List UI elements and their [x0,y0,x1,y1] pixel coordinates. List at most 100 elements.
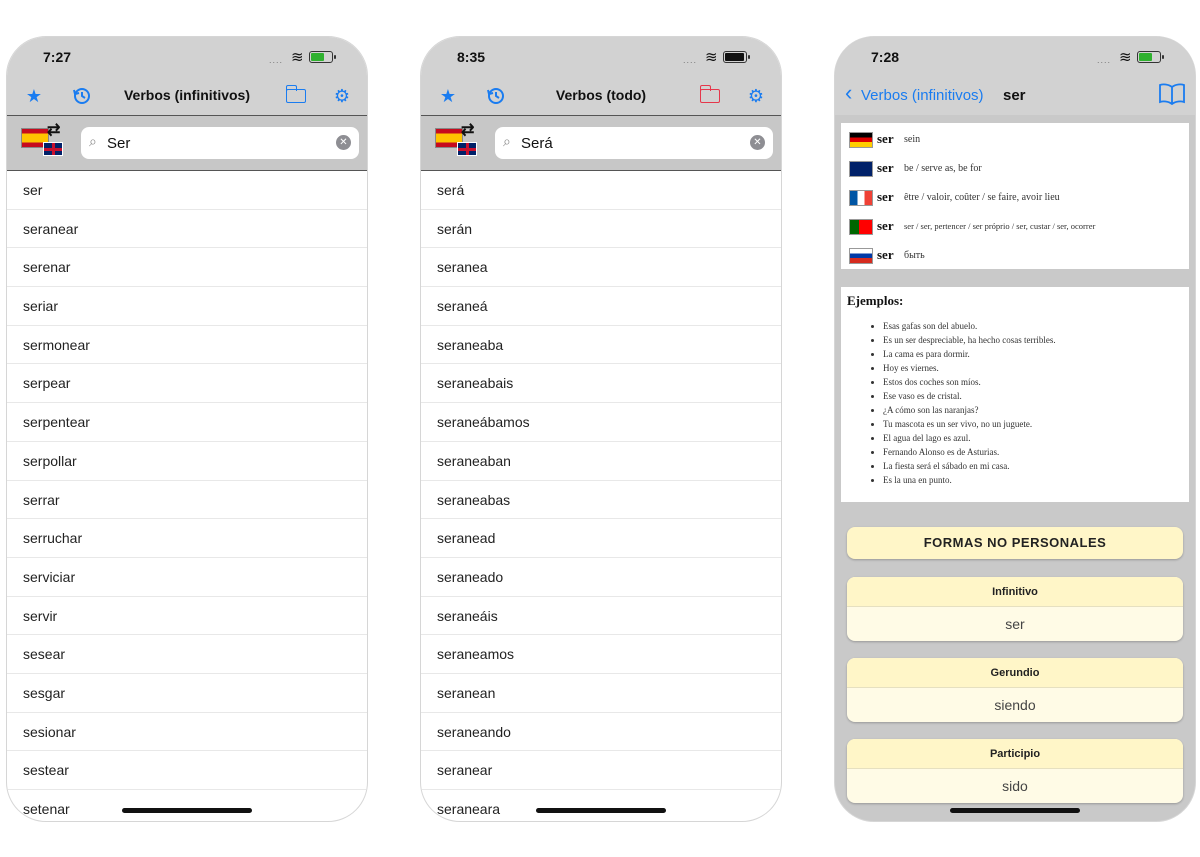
list-item[interactable]: seranear [421,751,781,790]
list-item[interactable]: seraneábamos [421,403,781,442]
list-item[interactable]: serpollar [7,442,367,481]
portuguese-flag-icon [849,219,873,235]
home-indicator[interactable] [122,808,252,813]
search-field[interactable]: ⌕ ✕ [81,127,359,159]
list-item[interactable]: serviciar [7,558,367,597]
uk-flag-icon [849,161,873,177]
infinitivo-card: Infinitivo ser [847,577,1183,641]
star-icon[interactable]: ★ [435,83,461,109]
swap-language-icon[interactable]: ⇄ [47,120,60,140]
clear-icon[interactable]: ✕ [336,135,351,150]
search-icon: ⌕ [89,133,97,149]
gear-icon[interactable]: ⚙ [329,83,355,109]
list-item[interactable]: serenar [7,248,367,288]
home-indicator[interactable] [950,808,1080,813]
infinitivo-label: Infinitivo [847,577,1183,607]
gear-icon[interactable]: ⚙ [743,83,769,109]
list-item[interactable]: seraneáis [421,597,781,636]
list-item[interactable]: serrar [7,481,367,520]
nav-title: Verbos (todo) [555,87,647,103]
battery-icon [309,51,336,63]
star-icon[interactable]: ★ [21,83,47,109]
folder-icon[interactable] [283,83,309,109]
example-item: Estos dos coches son míos. [883,375,1183,389]
examples-panel: Ejemplos: Esas gafas son del abuelo. Es … [841,287,1189,502]
list-item[interactable]: sestear [7,751,367,790]
french-flag-icon [849,190,873,206]
list-item[interactable]: serruchar [7,519,367,558]
list-item[interactable]: seranear [7,210,367,249]
example-item: Hoy es viernes. [883,361,1183,375]
search-input[interactable] [107,132,327,154]
participio-label: Participio [847,739,1183,769]
infinitivo-value: ser [1005,616,1025,632]
german-flag-icon [849,132,873,148]
list-item[interactable]: seraneabas [421,481,781,520]
list-item[interactable]: seraneaban [421,442,781,481]
examples-list: Esas gafas son del abuelo. Es un ser des… [883,319,1183,487]
list-item[interactable]: seraneara [421,790,781,821]
back-chevron-icon: ‹ [845,80,853,105]
list-item[interactable]: serpentear [7,403,367,442]
search-input[interactable] [521,132,741,154]
status-time: 7:28 [871,49,900,65]
examples-title: Ejemplos: [847,293,904,308]
history-icon[interactable] [483,83,509,109]
search-field[interactable]: ⌕ ✕ [495,127,773,159]
gerundio-value: siendo [994,697,1036,713]
list-item[interactable]: seraneado [421,558,781,597]
nav-title: Verbos (infinitivos) [123,87,250,103]
list-item[interactable]: será [421,171,781,210]
example-item: La cama es para dormir. [883,347,1183,361]
list-item[interactable]: seraneando [421,713,781,752]
list-item[interactable]: sesgar [7,674,367,713]
signal-icon: .... [683,55,698,65]
book-icon[interactable] [1159,83,1185,106]
list-item[interactable]: seranean [421,674,781,713]
list-item[interactable]: sermonear [7,326,367,365]
list-item[interactable]: seranea [421,248,781,288]
verb-list: ser seranear serenar seriar sermonear se… [7,171,367,821]
back-label: Verbos (infinitivos) [861,87,984,104]
wifi-icon: ≋ [1119,49,1132,66]
list-item[interactable]: serpear [7,364,367,404]
participio-value: sido [1002,778,1028,794]
nav-title: ser [1003,87,1026,104]
folder-icon[interactable] [697,83,723,109]
clear-icon[interactable]: ✕ [750,135,765,150]
history-icon[interactable] [69,83,95,109]
list-item[interactable]: setenar [7,790,367,821]
list-item[interactable]: seriar [7,287,367,326]
verb-list: será serán seranea seraneá seraneaba ser… [421,171,781,821]
signal-icon: .... [1097,55,1112,65]
list-item[interactable]: seranead [421,519,781,558]
home-indicator[interactable] [536,808,666,813]
list-item[interactable]: servir [7,597,367,636]
list-item[interactable]: sesionar [7,713,367,752]
wifi-icon: ≋ [291,49,304,66]
list-item[interactable]: ser [7,171,367,210]
search-row: ⇄ ⌕ ✕ [421,115,781,171]
list-item[interactable]: serán [421,210,781,249]
search-row: ⇄ ⌕ ✕ [7,115,367,171]
status-bar: 7:28 .... ≋ [835,37,1195,77]
gerundio-label: Gerundio [847,658,1183,688]
list-item[interactable]: seraneabais [421,364,781,404]
status-time: 8:35 [457,49,486,65]
list-item[interactable]: sesear [7,635,367,674]
list-item[interactable]: seraneá [421,287,781,326]
example-item: El agua del lago es azul. [883,431,1183,445]
phone-screen-verb-detail: 7:28 .... ≋ ‹ Verbos (infinitivos) ser s… [834,36,1196,822]
status-bar: 8:35 .... ≋ [421,37,781,77]
list-item[interactable]: seraneaba [421,326,781,365]
wifi-icon: ≋ [705,49,718,66]
swap-language-icon[interactable]: ⇄ [461,120,474,140]
example-item: ¿A cómo son las naranjas? [883,403,1183,417]
example-item: Fernando Alonso es de Asturias. [883,445,1183,459]
list-item[interactable]: seraneamos [421,635,781,674]
participio-card: Participio sido [847,739,1183,803]
gerundio-card: Gerundio siendo [847,658,1183,722]
phone-screen-all-verbs: 8:35 .... ≋ ★ Verbos (todo) ⚙ ⇄ ⌕ ✕ será… [420,36,782,822]
forms-header: FORMAS NO PERSONALES [847,527,1183,559]
translations-panel: ser sein ser be / serve as, be for ser ê… [841,123,1189,269]
